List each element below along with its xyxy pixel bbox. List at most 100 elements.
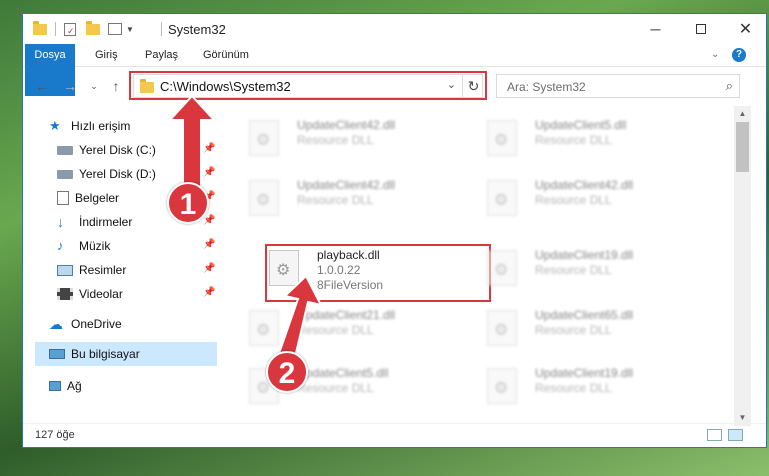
vertical-scrollbar[interactable]: ▲ ▼ <box>734 106 751 426</box>
highlight-box-file <box>265 244 491 302</box>
pin-icon[interactable]: 📌 <box>203 215 215 226</box>
forward-button[interactable]: → <box>61 77 79 95</box>
file-description: Resource DLL <box>535 263 612 277</box>
close-button[interactable]: ✕ <box>723 14 768 44</box>
sidebar-item-label: Belgeler <box>75 191 120 205</box>
music-icon: ♪ <box>57 238 64 253</box>
file-name: UpdateClient19.dll <box>535 366 634 380</box>
pin-icon[interactable]: 📌 <box>203 167 215 178</box>
download-icon: ↓ <box>57 214 64 230</box>
sidebar-item-label: Yerel Disk (D:) <box>79 167 156 181</box>
file-description: Resource DLL <box>297 381 374 395</box>
sidebar-item-label: Hızlı erişim <box>71 119 131 133</box>
sidebar-item-documents[interactable]: Belgeler <box>57 187 119 209</box>
customize-icon[interactable] <box>108 23 122 35</box>
large-icons-view-button[interactable] <box>728 429 743 441</box>
sidebar-item-quick-access[interactable]: ★ Hızlı erişim <box>49 115 130 137</box>
scrollbar-thumb[interactable] <box>736 122 749 172</box>
dll-file-icon <box>249 180 279 216</box>
back-button[interactable]: ← <box>33 77 51 95</box>
sidebar-item-disk-d[interactable]: Yerel Disk (D:) <box>57 163 156 185</box>
video-icon <box>57 288 73 300</box>
sidebar-item-label: Resimler <box>79 263 127 277</box>
help-icon[interactable]: ? <box>732 48 746 62</box>
scroll-up-icon[interactable]: ▲ <box>734 106 751 122</box>
sidebar-item-this-pc[interactable]: Bu bilgisayar <box>49 343 140 365</box>
tab-giris[interactable]: Giriş <box>85 44 128 67</box>
chevron-down-icon[interactable]: ▼ <box>126 25 134 34</box>
file-item[interactable]: UpdateClient42.dll Resource DLL <box>487 176 707 228</box>
folder-icon <box>33 20 47 35</box>
file-item[interactable]: UpdateClient21.dll Resource DLL <box>249 306 469 358</box>
divider <box>161 22 162 36</box>
status-bar: 127 öğe <box>23 423 766 447</box>
window-title: System32 <box>168 22 226 37</box>
cloud-icon: ☁ <box>49 316 63 332</box>
address-row: ← → ⌄ ↑ C:\Windows\System32 ⌄ ↻ Ara: Sys… <box>23 68 766 104</box>
sidebar-item-label: Müzik <box>79 239 111 253</box>
explorer-window: ✓ ▼ System32 ─ ✕ Dosya Giriş Paylaş Görü… <box>22 13 767 448</box>
title-bar: ✓ ▼ System32 ─ ✕ <box>23 14 766 44</box>
file-description: Resource DLL <box>535 381 612 395</box>
file-name: UpdateClient19.dll <box>535 248 634 262</box>
pin-icon[interactable]: 📌 <box>203 263 215 274</box>
details-view-button[interactable] <box>707 429 722 441</box>
sidebar-item-pictures[interactable]: Resimler <box>57 259 126 281</box>
file-item[interactable]: UpdateClient42.dll Resource DLL <box>249 176 469 228</box>
ribbon: Dosya Giriş Paylaş Görünüm ⌄ ? <box>23 44 766 96</box>
chevron-down-icon[interactable]: ⌄ <box>711 49 719 60</box>
pin-icon[interactable]: 📌 <box>203 143 215 154</box>
drive-icon <box>57 145 73 155</box>
network-icon <box>49 381 61 391</box>
step-badge-2: 2 <box>266 351 308 393</box>
file-item[interactable]: UpdateClient19.dll Resource DLL <box>487 364 707 414</box>
sidebar-item-label: Videolar <box>79 287 123 301</box>
dll-file-icon <box>487 180 517 216</box>
file-item[interactable]: UpdateClient5.dll Resource DLL <box>487 116 707 168</box>
minimize-button[interactable]: ─ <box>633 14 678 44</box>
file-description: Resource DLL <box>535 193 612 207</box>
dll-file-icon <box>487 250 517 286</box>
file-name: UpdateClient21.dll <box>297 308 396 322</box>
sidebar-item-music[interactable]: ♪ Müzik <box>57 235 110 257</box>
properties-icon[interactable]: ✓ <box>64 22 76 36</box>
step-badge-1: 1 <box>167 182 209 224</box>
maximize-button[interactable] <box>678 14 723 44</box>
computer-icon <box>49 349 65 359</box>
sidebar-item-label: Bu bilgisayar <box>71 347 140 361</box>
sidebar-item-onedrive[interactable]: ☁ OneDrive <box>49 313 122 335</box>
search-placeholder: Ara: System32 <box>507 80 586 94</box>
tab-gorunum[interactable]: Görünüm <box>193 44 259 67</box>
sidebar-item-label: OneDrive <box>71 317 122 331</box>
dll-file-icon <box>249 120 279 156</box>
file-name: UpdateClient42.dll <box>535 178 634 192</box>
new-folder-icon[interactable] <box>86 20 100 35</box>
tab-paylas[interactable]: Paylaş <box>135 44 188 67</box>
dll-file-icon <box>487 120 517 156</box>
sidebar-item-videos[interactable]: Videolar <box>57 283 123 305</box>
file-name: UpdateClient5.dll <box>535 118 627 132</box>
sidebar-item-label: İndirmeler <box>79 215 133 229</box>
file-description: Resource DLL <box>535 323 612 337</box>
navigation-pane: ★ Hızlı erişim Yerel Disk (C:) 📌 Yerel D… <box>23 106 218 414</box>
sidebar-item-downloads[interactable]: ↓ İndirmeler <box>57 211 132 233</box>
quick-access-toolbar: ✓ ▼ <box>33 20 134 38</box>
picture-icon <box>57 264 73 276</box>
item-count: 127 öğe <box>35 429 75 441</box>
pin-icon[interactable]: 📌 <box>203 239 215 250</box>
divider <box>55 22 56 36</box>
highlight-box-address <box>129 71 487 100</box>
file-item[interactable]: UpdateClient42.dll Resource DLL <box>249 116 469 168</box>
file-description: Resource DLL <box>297 133 374 147</box>
file-item[interactable]: UpdateClient65.dll Resource DLL <box>487 306 707 358</box>
sidebar-item-network[interactable]: Ağ <box>49 375 82 397</box>
sidebar-item-disk-c[interactable]: Yerel Disk (C:) <box>57 139 156 161</box>
dll-file-icon <box>487 310 517 346</box>
up-button[interactable]: ↑ <box>107 77 125 95</box>
file-item[interactable]: UpdateClient19.dll Resource DLL <box>487 246 707 298</box>
document-icon <box>57 191 69 205</box>
recent-locations-button[interactable]: ⌄ <box>85 77 103 95</box>
pin-icon[interactable]: 📌 <box>203 287 215 298</box>
dll-file-icon <box>487 368 517 404</box>
search-input[interactable]: Ara: System32 ⌕ <box>496 74 740 98</box>
